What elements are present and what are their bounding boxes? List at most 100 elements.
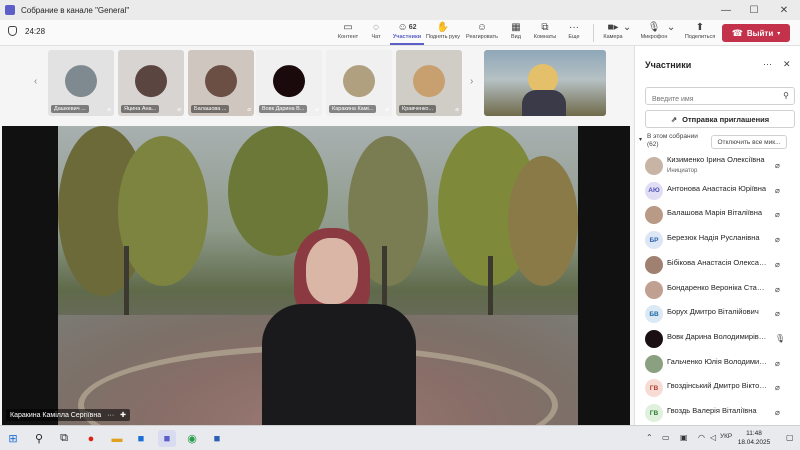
camera-icon: ■▸	[607, 22, 619, 33]
participant-tile[interactable]: Балашова ... ⌀	[188, 50, 254, 116]
mic-muted-icon[interactable]: ⌀	[775, 210, 780, 219]
participant-tile[interactable]: Вовк Дарина В... ⌀	[256, 50, 322, 116]
mic-muted-icon: ⌀	[315, 107, 319, 113]
participant-row[interactable]: БР Березюк Надія Русланівна ⌀	[635, 228, 800, 252]
mute-all-button[interactable]: Отключить все мик...	[711, 135, 787, 149]
close-icon[interactable]: ✕	[770, 0, 798, 20]
avatar	[273, 65, 305, 98]
chevron-up-icon[interactable]: ⌃	[646, 433, 653, 442]
file-explorer-icon[interactable]: ▬	[108, 430, 126, 447]
avatar	[205, 65, 237, 98]
language-indicator[interactable]: УКР	[720, 433, 732, 440]
title-bar: Собрание в канале "General" — ☐ ✕	[0, 0, 800, 20]
section-header[interactable]: ▾ В этом собрании (62) Отключить все мик.…	[639, 133, 799, 153]
mic-muted-icon[interactable]: ⌀	[775, 359, 780, 368]
mic-muted-icon: ⌀	[455, 107, 459, 113]
more-button[interactable]: ··· Еще	[557, 21, 591, 45]
share-icon: ⬆	[695, 22, 705, 33]
system-clock[interactable]: 11:48 18.04.2025	[734, 429, 774, 447]
participant-role: Инициатор	[667, 168, 698, 174]
raise-hand-button[interactable]: ✋ Поднять руку	[424, 21, 462, 45]
presenter-video-tile[interactable]	[484, 50, 606, 116]
notification-icon[interactable]: ▢	[786, 433, 794, 442]
participant-row[interactable]: АЮ Антонова Анастасія Юріївна ⌀	[635, 179, 800, 203]
teams-icon[interactable]: ■	[158, 430, 176, 447]
opera-icon[interactable]: ●	[82, 430, 100, 447]
leave-button[interactable]: ☎ Выйти ▾	[722, 24, 790, 42]
participant-tile[interactable]: Яцина Ана... ⌀	[118, 50, 184, 116]
participant-row[interactable]: БВ Борух Дмитро Віталійович ⌀	[635, 302, 800, 326]
start-icon[interactable]: ⊞	[4, 430, 22, 447]
presenter-body	[522, 90, 566, 116]
chrome-icon[interactable]: ◉	[183, 430, 201, 447]
mic-muted-icon[interactable]: ⌀	[775, 161, 780, 170]
task-view-icon[interactable]: ⧉	[55, 430, 73, 447]
phone-hangup-icon: ☎	[731, 27, 743, 38]
mic-muted-icon[interactable]: ⌀	[775, 309, 780, 318]
mic-muted-icon[interactable]: ⌀	[775, 408, 780, 417]
search-input[interactable]	[646, 91, 776, 108]
meeting-toolbar: 24:28 ▭ Контент ◌ Чат ☺ 62 Участники ✋ По…	[0, 20, 800, 46]
participant-row[interactable]: Гальченко Юлія Володимирі... ⌀	[635, 352, 800, 376]
gallery-next-icon[interactable]: ›	[470, 76, 473, 87]
participant-name: Березюк Надія Русланівна	[667, 233, 760, 243]
pin-icon[interactable]: ✚	[120, 411, 126, 419]
teams-tray-icon[interactable]: ▣	[680, 433, 688, 442]
word-icon[interactable]: ■	[208, 430, 226, 447]
wifi-icon[interactable]: ◠	[698, 433, 705, 442]
avatar	[645, 157, 663, 175]
react-button[interactable]: ☺ Реагировать	[465, 21, 499, 45]
more-icon[interactable]: ···	[107, 412, 114, 419]
participant-name: Кизименко Ірина Олексіївна	[667, 155, 765, 164]
volume-icon[interactable]: ◁	[710, 433, 716, 442]
close-panel-icon[interactable]: ✕	[783, 59, 791, 70]
participant-row[interactable]: ГВ Гвоздінський Дмитро Віктор... ⌀	[635, 376, 800, 400]
participants-panel: Участники ··· ✕ ⚲ ⇗ Отправка приглашения…	[634, 46, 800, 425]
mic-icon[interactable]: 🎙	[775, 334, 785, 343]
more-icon[interactable]: ···	[763, 59, 772, 69]
search-icon[interactable]: ⚲	[783, 91, 789, 100]
camera-options-chevron[interactable]: ⌄	[623, 21, 631, 45]
participant-row[interactable]: ГВ Гвоздь Валерія Віталіївна ⌀	[635, 401, 800, 425]
share-screen-icon: ▭	[343, 22, 353, 33]
participant-name: Балашова Марія Віталіївна	[667, 208, 763, 218]
chat-button[interactable]: ◌ Чат	[359, 21, 393, 45]
mic-options-chevron[interactable]: ⌄	[667, 21, 675, 45]
send-invite-button[interactable]: ⇗ Отправка приглашения	[645, 110, 795, 128]
gallery-prev-icon[interactable]: ‹	[34, 76, 37, 87]
video-scene	[58, 126, 578, 425]
mic-muted-icon[interactable]: ⌀	[775, 383, 780, 392]
toolbar-divider	[593, 24, 594, 42]
mic-muted-icon[interactable]: ⌀	[775, 235, 780, 244]
outlook-icon[interactable]: ■	[132, 430, 150, 447]
maximize-icon[interactable]: ☐	[740, 0, 768, 20]
participant-tile[interactable]: Дашкевич ... ⌀	[48, 50, 114, 116]
avatar: ГВ	[645, 379, 663, 398]
participant-row[interactable]: Кизименко Ірина Олексіївна Инициатор ⌀	[635, 154, 800, 178]
main-video[interactable]: Каракина Камілла Сергіївна ··· ✚	[2, 126, 630, 425]
participant-row[interactable]: Вовк Дарина Володимирівна 🎙	[635, 327, 800, 351]
participant-search: ⚲	[645, 87, 795, 108]
avatar: АЮ	[645, 181, 663, 200]
share-button[interactable]: ⬆ Поделиться	[682, 21, 718, 45]
chevron-down-icon: ▾	[639, 137, 643, 143]
mic-muted-icon[interactable]: ⌀	[775, 186, 780, 195]
participant-name: Гвоздінський Дмитро Віктор...	[667, 381, 767, 391]
speaker-name-label: Каракина Камілла Сергіївна ··· ✚	[6, 409, 131, 421]
mic-muted-icon: ⌀	[385, 107, 389, 113]
participant-row[interactable]: Бібікова Анастасія Олександ... ⌀	[635, 253, 800, 277]
mic-muted-icon: ⌀	[247, 107, 251, 113]
mic-muted-icon[interactable]: ⌀	[775, 285, 780, 294]
participant-tile[interactable]: Кравченко... ⌀	[396, 50, 462, 116]
participants-button[interactable]: ☺ 62 Участники	[390, 21, 424, 45]
participant-tile[interactable]: Каракина Камі... ⌀	[326, 50, 392, 116]
participant-name: Борух Дмитро Віталійович	[667, 307, 759, 317]
participant-row[interactable]: Бондаренко Вероніка Станіс... ⌀	[635, 278, 800, 302]
minimize-icon[interactable]: —	[712, 0, 740, 20]
tree	[118, 136, 208, 286]
participant-name: Вовк Дарина Володимирівна	[667, 331, 767, 341]
search-icon[interactable]: ⚲	[30, 430, 48, 447]
network-icon[interactable]: ▭	[662, 433, 670, 442]
participant-row[interactable]: Балашова Марія Віталіївна ⌀	[635, 203, 800, 227]
mic-muted-icon[interactable]: ⌀	[775, 260, 780, 269]
